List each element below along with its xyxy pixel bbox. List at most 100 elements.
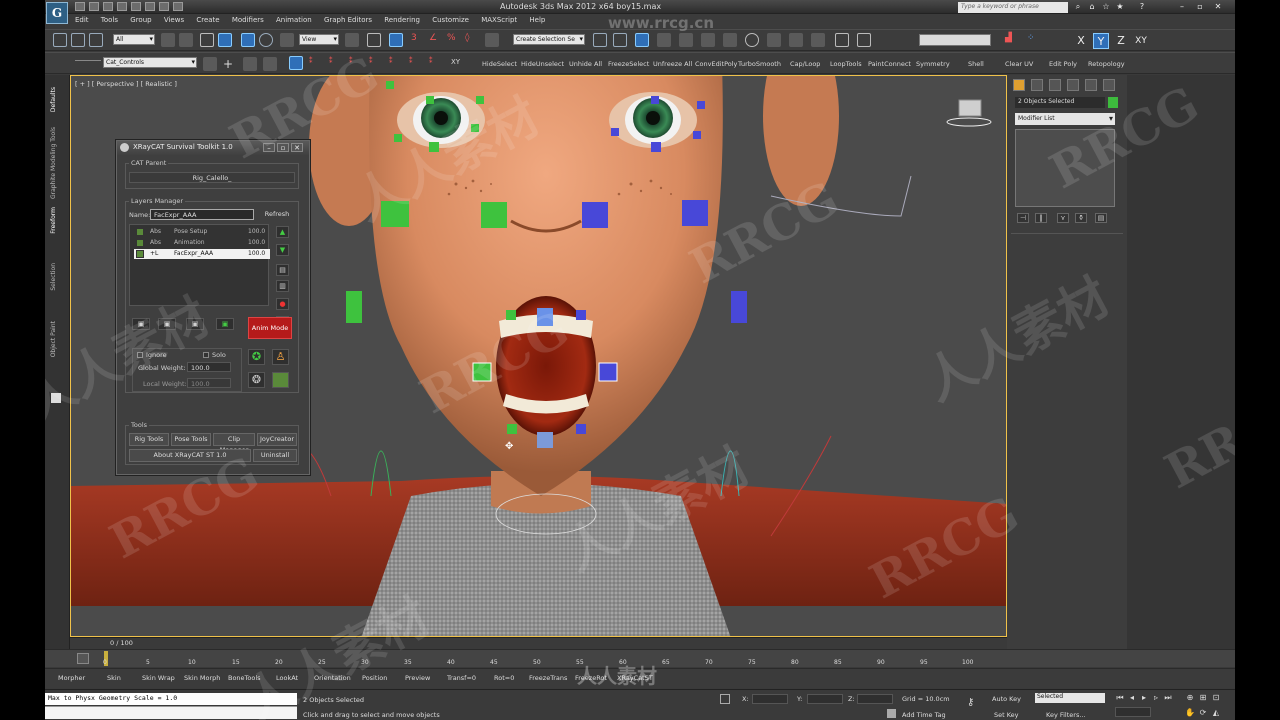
shelf-rot0[interactable]: Rot=0 bbox=[494, 674, 514, 682]
tab-defaults[interactable]: Defaults bbox=[50, 87, 57, 112]
make-unique-icon[interactable]: ⋎ bbox=[1057, 213, 1069, 223]
search-input[interactable]: Type a keyword or phrase bbox=[958, 2, 1068, 13]
auto-key-button[interactable]: Auto Key bbox=[992, 695, 1021, 703]
axis-z-button[interactable]: Z bbox=[1113, 33, 1129, 49]
track-bar[interactable]: 0 5 10 15 20 25 30 35 40 45 50 55 60 65 … bbox=[45, 649, 1235, 667]
axis-x-button[interactable]: X bbox=[1073, 33, 1089, 49]
help-icon[interactable]: ? bbox=[1135, 1, 1149, 12]
menu-customize[interactable]: Customize bbox=[427, 14, 474, 26]
select-by-name-icon[interactable] bbox=[179, 33, 193, 47]
global-weight-input[interactable]: 100.0 bbox=[187, 362, 231, 372]
new-file-icon[interactable] bbox=[75, 2, 85, 11]
shelf-lookat[interactable]: LookAt bbox=[276, 674, 298, 682]
menu-modifiers[interactable]: Modifiers bbox=[227, 14, 269, 26]
rect-region-icon[interactable] bbox=[200, 33, 214, 47]
rendered-frame-icon[interactable] bbox=[767, 33, 781, 47]
layer-add-icon[interactable] bbox=[203, 57, 217, 71]
panel-minimize-icon[interactable]: – bbox=[263, 143, 275, 152]
remove-modifier-icon[interactable]: ⚱ bbox=[1075, 213, 1087, 223]
subscription-icon[interactable]: ⌂ bbox=[1085, 1, 1099, 12]
pin-stack-icon[interactable]: ⊣ bbox=[1017, 213, 1029, 223]
snap-e-icon[interactable]: ⁑ bbox=[389, 57, 403, 71]
layer-add-global-icon[interactable]: ▣ bbox=[216, 318, 234, 330]
refresh-button[interactable]: Refresh bbox=[260, 209, 294, 222]
maxscript-input[interactable] bbox=[45, 706, 297, 719]
pan-icon[interactable]: ✋ bbox=[1185, 708, 1195, 718]
key-mode-dropdown[interactable]: Selected bbox=[1035, 693, 1105, 703]
open-mini-curve-icon[interactable] bbox=[77, 653, 89, 664]
add-time-tag-button[interactable]: Add Time Tag bbox=[902, 711, 946, 719]
shelf-skin-morph[interactable]: Skin Morph bbox=[184, 674, 220, 682]
menu-edit[interactable]: Edit bbox=[70, 14, 94, 26]
menu-maxscript[interactable]: MAXScript bbox=[476, 14, 522, 26]
layer-color-swatch[interactable] bbox=[272, 372, 289, 388]
select-link-icon[interactable] bbox=[53, 33, 67, 47]
shelf-morpher[interactable]: Morpher bbox=[58, 674, 85, 682]
pivot-icon[interactable] bbox=[345, 33, 359, 47]
axis-xy-button[interactable]: XY bbox=[1133, 33, 1149, 49]
percent-snap-icon[interactable]: % bbox=[447, 33, 461, 47]
schematic-view-icon[interactable] bbox=[701, 33, 715, 47]
play-icon[interactable]: ▸ bbox=[1139, 693, 1149, 703]
cat-parent-field[interactable]: Rig_Calello_ bbox=[129, 172, 295, 183]
layer-manager-icon[interactable] bbox=[635, 33, 649, 47]
hold-icon[interactable] bbox=[145, 2, 155, 11]
shelf-skin[interactable]: Skin bbox=[107, 674, 121, 682]
create-tab-icon[interactable] bbox=[1013, 79, 1025, 91]
panel-restore-icon[interactable]: ▫ bbox=[277, 143, 289, 152]
viewport-label[interactable]: [ + ] [ Perspective ] [ Realistic ] bbox=[75, 80, 177, 88]
edit-named-sel-icon[interactable] bbox=[485, 33, 499, 47]
undo-icon[interactable] bbox=[117, 2, 127, 11]
layer-name-input[interactable]: FacExpr_AAA bbox=[150, 209, 254, 220]
menu-rendering[interactable]: Rendering bbox=[379, 14, 425, 26]
turbosmooth-button[interactable]: TurboSmooth bbox=[738, 60, 781, 68]
maximize-viewport-icon[interactable]: ⊡ bbox=[1211, 693, 1221, 703]
tab-object-paint[interactable]: Object Paint bbox=[50, 321, 57, 357]
conv-edit-poly-button[interactable]: ConvEditPoly bbox=[695, 60, 737, 68]
layer-paste-icon[interactable]: ▥ bbox=[276, 280, 289, 292]
next-frame-icon[interactable]: ▹ bbox=[1151, 693, 1161, 703]
freeze-select-button[interactable]: FreezeSelect bbox=[608, 60, 649, 68]
layer-add-adj-icon[interactable]: ▣ bbox=[186, 318, 204, 330]
shelf-skin-wrap[interactable]: Skin Wrap bbox=[142, 674, 175, 682]
edit-poly-button[interactable]: Edit Poly bbox=[1049, 60, 1077, 68]
hide-select-button[interactable]: HideSelect bbox=[482, 60, 517, 68]
snap-a-icon[interactable]: ⁑ bbox=[309, 57, 323, 71]
ribbon-toggle-icon[interactable] bbox=[51, 393, 61, 403]
panel-close-icon[interactable]: ✕ bbox=[291, 143, 303, 152]
zoom-all-icon[interactable]: ⊞ bbox=[1198, 693, 1208, 703]
project-folder-icon[interactable] bbox=[173, 2, 183, 11]
hierarchy-tab-icon[interactable] bbox=[1049, 79, 1061, 91]
rig-tools-button[interactable]: Rig Tools bbox=[129, 433, 169, 446]
shelf-freezerot[interactable]: FreezeRot bbox=[575, 674, 607, 682]
selection-name-field[interactable]: 2 Objects Selected bbox=[1015, 97, 1105, 108]
orbit-icon[interactable]: ⟳ bbox=[1198, 708, 1208, 718]
layers-list[interactable]: Abs Pose Setup 100.0 Abs Animation 100.0… bbox=[129, 224, 270, 306]
snap-g-icon[interactable]: ⁑ bbox=[429, 57, 443, 71]
current-frame-input[interactable] bbox=[1115, 707, 1151, 717]
modifier-list-dropdown[interactable]: Modifier List bbox=[1015, 113, 1115, 125]
motion-tab-icon[interactable] bbox=[1067, 79, 1079, 91]
communication-icon[interactable]: ☆ bbox=[1099, 1, 1113, 12]
configure-sets-icon[interactable]: ▤ bbox=[1095, 213, 1107, 223]
graphite-toggle-icon[interactable] bbox=[657, 33, 671, 47]
layer-add-rel-icon[interactable]: ▣ bbox=[158, 318, 176, 330]
material-editor-icon[interactable] bbox=[723, 33, 737, 47]
local-weight-input[interactable]: 100.0 bbox=[187, 378, 231, 388]
shelf-preview[interactable]: Preview bbox=[405, 674, 430, 682]
tab-freeform[interactable]: Freeform bbox=[50, 207, 57, 234]
shell-button[interactable]: Shell bbox=[968, 60, 984, 68]
uninstall-button[interactable]: Uninstall bbox=[253, 449, 297, 462]
layer-add-abs-icon[interactable]: ▣ bbox=[132, 318, 150, 330]
snap-c-icon[interactable]: ⁑ bbox=[349, 57, 363, 71]
layer-highlight-icon[interactable] bbox=[263, 57, 277, 71]
favorites-icon[interactable]: ★ bbox=[1113, 1, 1127, 12]
shelf-position[interactable]: Position bbox=[362, 674, 387, 682]
key-icon[interactable]: ⚷ bbox=[967, 697, 974, 708]
menu-graph-editors[interactable]: Graph Editors bbox=[319, 14, 377, 26]
layer-delete-icon[interactable]: ● bbox=[276, 298, 289, 310]
snap-b-icon[interactable]: ⁑ bbox=[329, 57, 343, 71]
prev-frame-icon[interactable]: ◂ bbox=[1127, 693, 1137, 703]
unlink-icon[interactable] bbox=[71, 33, 85, 47]
layer-up-icon[interactable]: ▲ bbox=[276, 226, 289, 238]
